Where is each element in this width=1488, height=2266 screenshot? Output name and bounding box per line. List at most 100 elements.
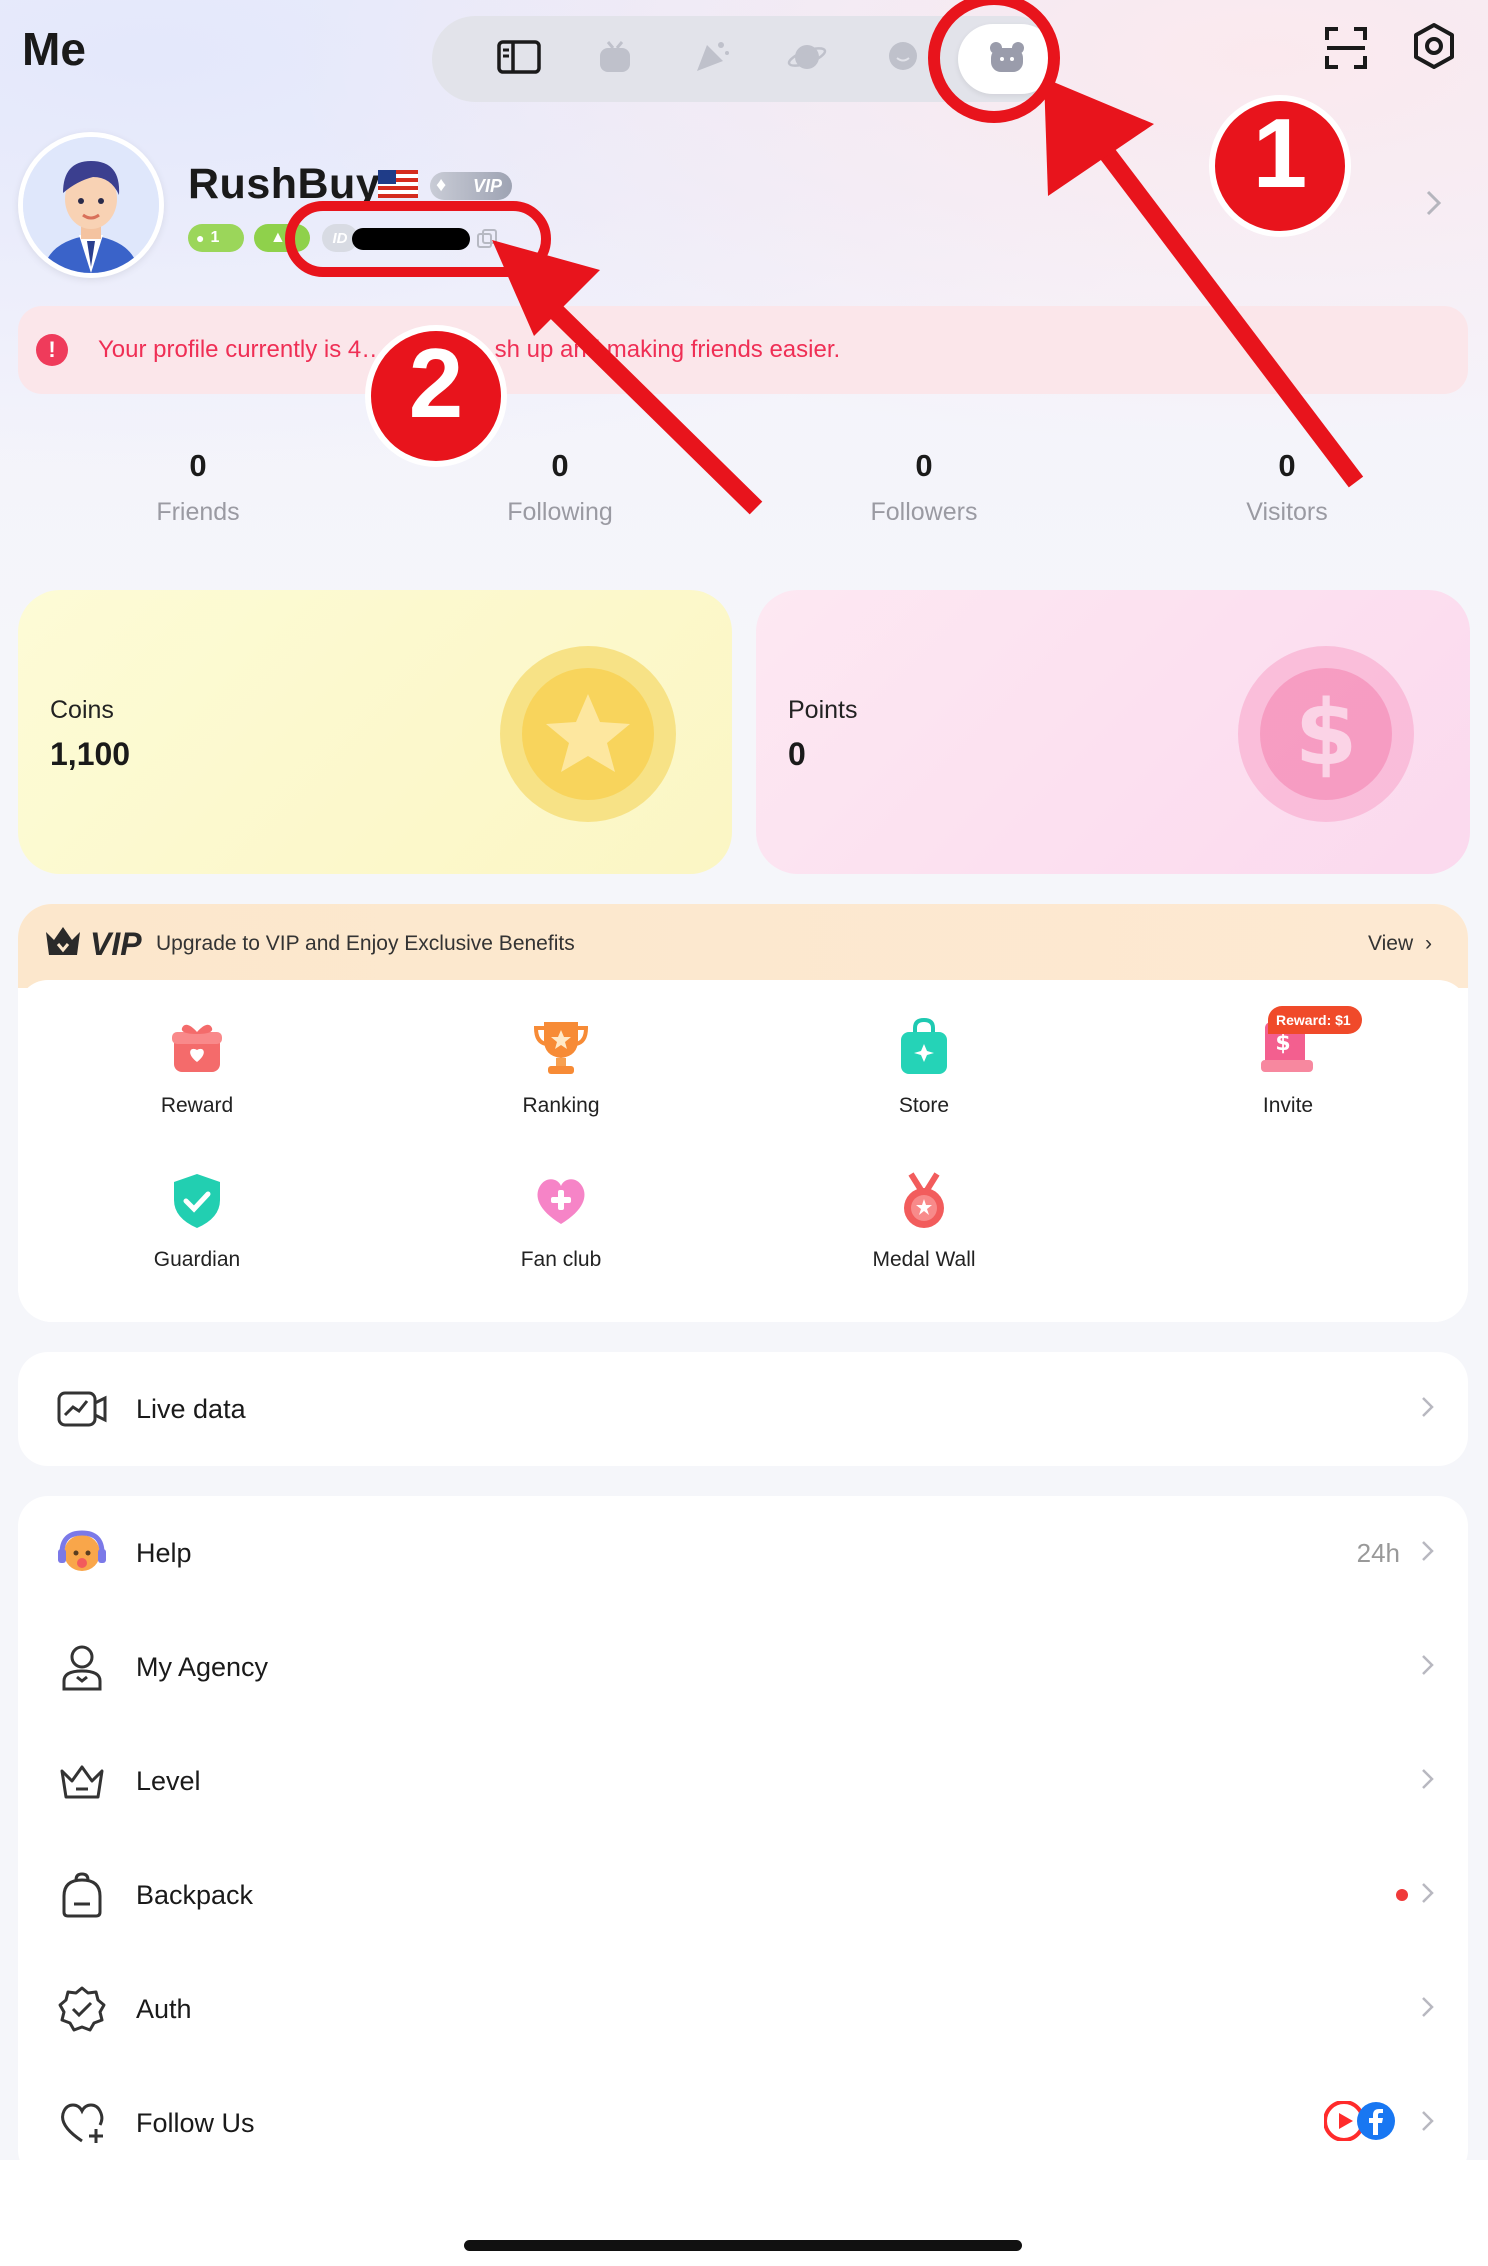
menu-item-help[interactable]: Help 24h bbox=[18, 1496, 1468, 1610]
menu-item-label: My Agency bbox=[136, 1651, 269, 1682]
annotation-number-2: 2 bbox=[408, 328, 464, 438]
stat-friends[interactable]: 0 Friends bbox=[73, 448, 323, 527]
us-flag-icon bbox=[378, 170, 418, 198]
menu-item-auth[interactable]: Auth bbox=[18, 1952, 1468, 2066]
feature-label: Ranking bbox=[522, 1094, 600, 1117]
menu-item-label: Help bbox=[136, 1537, 192, 1568]
profile-completion-notice[interactable]: ! Your profile currently is 4… leted, p…… bbox=[18, 306, 1468, 394]
planet-icon bbox=[787, 39, 827, 80]
copy-icon[interactable] bbox=[476, 228, 498, 250]
stat-value: 0 bbox=[189, 448, 207, 483]
stat-followers[interactable]: 0 Followers bbox=[799, 448, 1049, 527]
coins-card[interactable]: Coins 1,100 bbox=[18, 590, 732, 874]
feature-store[interactable]: Store bbox=[824, 1016, 1024, 1118]
shopping-bag-icon bbox=[893, 1016, 955, 1078]
feature-medal-wall[interactable]: Medal Wall bbox=[824, 1170, 1024, 1272]
stat-value: 0 bbox=[551, 448, 569, 483]
menu-item-follow-us[interactable]: Follow Us bbox=[18, 2066, 1468, 2180]
points-label: Points bbox=[788, 696, 858, 724]
menu-item-my-agency[interactable]: My Agency bbox=[18, 1610, 1468, 1724]
stat-following[interactable]: 0 Following bbox=[435, 448, 685, 527]
settings-menu-card: Help 24h My Agency Level Backpack Auth F… bbox=[18, 1496, 1468, 2180]
charm-level-value: ▲ bbox=[270, 229, 286, 246]
points-card[interactable]: Points 0 $ bbox=[756, 590, 1470, 874]
top-tab-bar bbox=[432, 16, 1058, 102]
settings-icon bbox=[1410, 22, 1458, 75]
vip-view-link[interactable]: View › bbox=[1368, 932, 1432, 956]
scan-icon bbox=[1324, 26, 1368, 75]
avatar[interactable] bbox=[18, 132, 164, 278]
vip-description: Upgrade to VIP and Enjoy Exclusive Benef… bbox=[156, 932, 575, 955]
heart-plus-icon bbox=[530, 1170, 592, 1232]
party-icon bbox=[691, 37, 731, 82]
chevron-right-icon bbox=[1420, 1539, 1436, 1568]
tab-live[interactable] bbox=[568, 24, 662, 94]
menu-item-backpack[interactable]: Backpack bbox=[18, 1838, 1468, 1952]
svg-text:$: $ bbox=[1295, 681, 1358, 786]
vip-banner[interactable]: VIP Upgrade to VIP and Enjoy Exclusive B… bbox=[18, 904, 1468, 988]
agency-person-icon bbox=[56, 1641, 108, 1693]
tab-explore[interactable] bbox=[760, 24, 854, 94]
stat-label: Visitors bbox=[1246, 498, 1328, 526]
wealth-level-badge[interactable]: ● 1 bbox=[188, 224, 244, 252]
profile-chevron-right-icon[interactable] bbox=[1424, 188, 1444, 223]
diamond-icon: ♦ bbox=[436, 174, 447, 196]
stat-label: Friends bbox=[156, 498, 240, 526]
profile-username: RushBuy bbox=[188, 160, 381, 208]
chevron-right-icon bbox=[1420, 2109, 1436, 2138]
support-agent-icon bbox=[56, 1527, 108, 1579]
wealth-level-value: 1 bbox=[210, 229, 220, 246]
shield-check-icon bbox=[166, 1170, 228, 1232]
live-data-icon bbox=[56, 1383, 108, 1435]
help-availability: 24h bbox=[1356, 1537, 1400, 1568]
crown-level-icon bbox=[56, 1755, 108, 1807]
vip-tag[interactable]: ♦ VIP bbox=[430, 172, 512, 200]
notification-dot bbox=[1396, 1889, 1408, 1901]
feature-guardian[interactable]: Guardian bbox=[97, 1170, 297, 1272]
stat-value: 0 bbox=[1278, 448, 1296, 483]
tab-messages[interactable] bbox=[856, 24, 950, 94]
scan-button[interactable] bbox=[1316, 20, 1376, 80]
settings-button[interactable] bbox=[1404, 18, 1464, 78]
backpack-icon bbox=[56, 1869, 108, 1921]
leaf-icon: ● bbox=[196, 230, 205, 246]
charm-level-badge[interactable]: ▲ bbox=[254, 224, 310, 252]
stat-visitors[interactable]: 0 Visitors bbox=[1162, 448, 1412, 527]
chevron-right-icon bbox=[1420, 1881, 1436, 1910]
chevron-right-icon bbox=[1420, 1395, 1436, 1424]
live-data-card: Live data bbox=[18, 1352, 1468, 1466]
feature-label: Reward bbox=[160, 1094, 234, 1117]
points-value: 0 bbox=[788, 736, 806, 772]
chat-bubble-icon bbox=[885, 39, 921, 80]
feature-reward[interactable]: Reward bbox=[97, 1016, 297, 1118]
menu-item-level[interactable]: Level bbox=[18, 1724, 1468, 1838]
tab-party[interactable] bbox=[664, 24, 758, 94]
feature-label: Fan club bbox=[520, 1248, 602, 1271]
menu-item-label: Auth bbox=[136, 1993, 192, 2024]
gift-box-icon bbox=[166, 1016, 228, 1078]
coins-label: Coins bbox=[50, 696, 114, 724]
feature-fan-club[interactable]: Fan club bbox=[461, 1170, 661, 1272]
user-id-redacted bbox=[352, 228, 470, 250]
alert-icon: ! bbox=[36, 334, 68, 366]
medal-icon bbox=[893, 1170, 955, 1232]
vip-logo: VIP bbox=[90, 926, 142, 962]
menu-item-live-data[interactable]: Live data bbox=[18, 1352, 1468, 1466]
coin-star-icon bbox=[496, 642, 680, 826]
trophy-icon bbox=[530, 1016, 592, 1078]
home-indicator[interactable] bbox=[464, 2240, 1022, 2251]
facebook-icon[interactable] bbox=[1356, 2101, 1396, 2146]
tv-icon bbox=[597, 39, 633, 80]
menu-item-label: Live data bbox=[136, 1393, 246, 1424]
vip-view-label: View bbox=[1368, 932, 1414, 955]
tab-me[interactable] bbox=[958, 24, 1057, 94]
feature-label: Medal Wall bbox=[872, 1248, 976, 1271]
feature-ranking[interactable]: Ranking bbox=[461, 1016, 661, 1118]
crown-icon bbox=[44, 924, 82, 963]
stat-label: Followers bbox=[870, 498, 978, 526]
menu-item-label: Backpack bbox=[136, 1879, 254, 1910]
chevron-right-icon bbox=[1420, 1767, 1436, 1796]
page-title: Me bbox=[22, 23, 86, 75]
chevron-right-icon bbox=[1420, 1995, 1436, 2024]
tab-sidebar[interactable] bbox=[472, 24, 566, 94]
